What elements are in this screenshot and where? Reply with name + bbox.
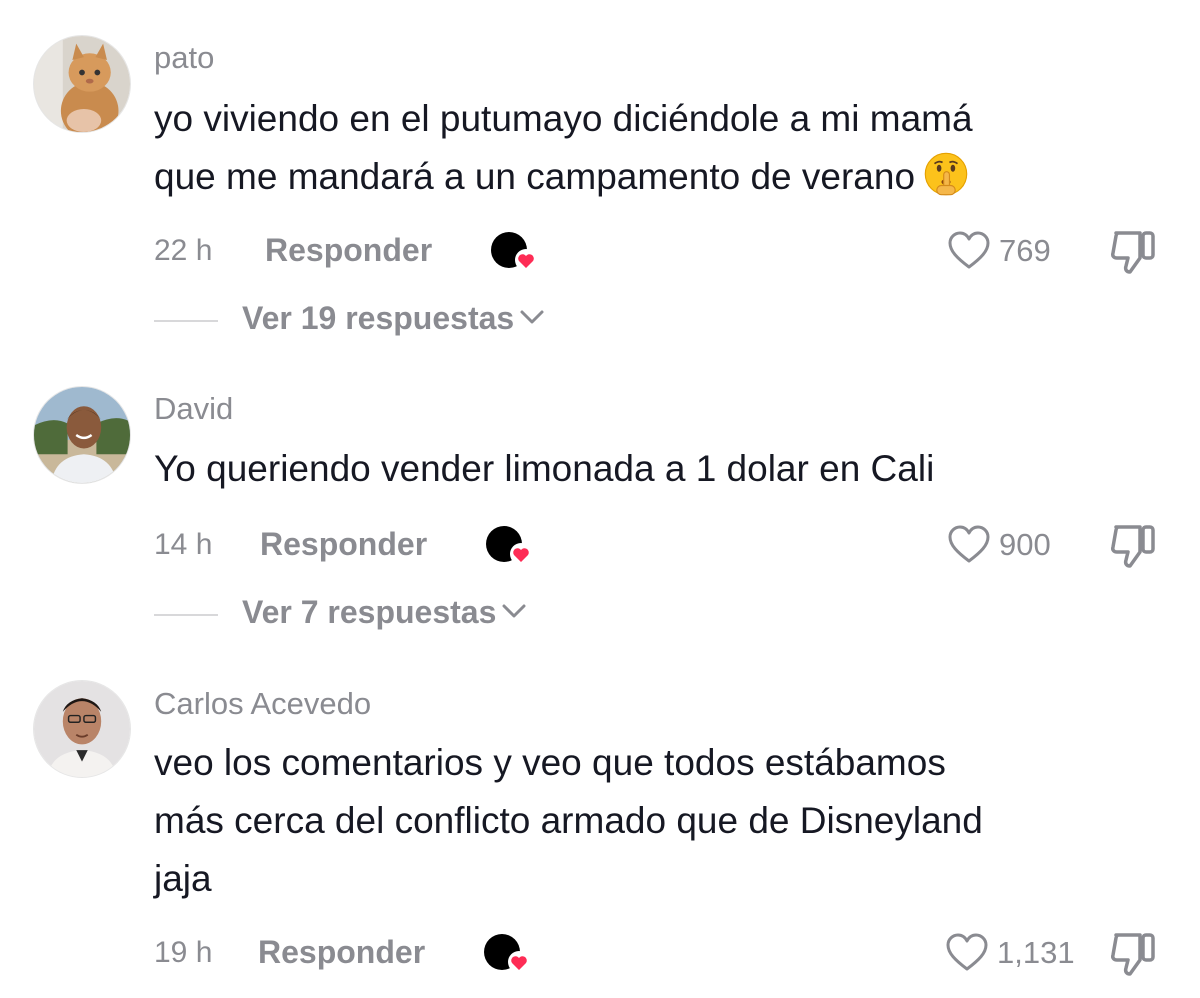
creator-liked-badge[interactable]: [484, 520, 544, 570]
comment-username[interactable]: David: [154, 391, 233, 427]
heart-outline-icon: [948, 525, 990, 563]
like-button[interactable]: 900: [947, 523, 1051, 567]
avatar[interactable]: [33, 35, 131, 133]
creator-heart-icon: [486, 526, 532, 565]
creator-heart-icon: [491, 232, 537, 271]
chevron-down-icon: [520, 310, 544, 324]
shushing-face-icon: [923, 151, 969, 197]
thumbs-down-icon: [1111, 933, 1155, 976]
man-portrait-photo-icon: [34, 681, 130, 777]
view-replies-label: Ver 7 respuestas: [242, 594, 497, 630]
like-count: 769: [999, 233, 1051, 268]
view-replies-button[interactable]: Ver 19 respuestas: [0, 298, 700, 342]
comment-actions: 19 h Responder 1,131: [0, 928, 1200, 978]
cat-photo-icon: [34, 36, 130, 132]
creator-heart-icon: [484, 934, 530, 973]
comment-timestamp: 22 h: [154, 234, 213, 267]
comment-username[interactable]: pato: [154, 40, 214, 76]
like-count: 900: [999, 527, 1051, 562]
comment-username[interactable]: Carlos Acevedo: [154, 686, 371, 722]
divider-line: [154, 320, 218, 322]
dislike-button[interactable]: [1108, 228, 1160, 276]
avatar[interactable]: [33, 386, 131, 484]
comments-list: pato yo viviendo en el putumayo diciéndo…: [0, 0, 1200, 998]
creator-liked-badge[interactable]: [482, 928, 542, 978]
dislike-button[interactable]: [1108, 522, 1160, 570]
divider-line: [154, 614, 218, 616]
like-button[interactable]: 769: [947, 229, 1051, 273]
man-beach-photo-icon: [34, 387, 130, 483]
heart-outline-icon: [948, 231, 990, 269]
chevron-down-icon: [502, 604, 526, 618]
creator-liked-badge[interactable]: [489, 226, 549, 276]
comment-actions: 22 h Responder 769: [0, 226, 1200, 276]
comment-text: Yo queriendo vender limonada a 1 dolar e…: [154, 448, 935, 489]
comment-text: yo viviendo en el putumayo diciéndole a …: [154, 98, 973, 197]
thumbs-down-icon: [1111, 525, 1155, 568]
like-button[interactable]: 1,131: [945, 931, 1075, 975]
heart-outline-icon: [946, 933, 988, 971]
view-replies-label: Ver 19 respuestas: [242, 300, 515, 336]
comment-text: veo los comentarios y veo que todos está…: [154, 742, 983, 899]
thumbs-down-icon: [1111, 231, 1155, 274]
dislike-button[interactable]: [1108, 930, 1160, 978]
comment-actions: 14 h Responder 900: [0, 520, 1200, 570]
comment-timestamp: 19 h: [154, 936, 213, 969]
comment-timestamp: 14 h: [154, 528, 213, 561]
reply-button[interactable]: Responder: [258, 934, 425, 971]
reply-button[interactable]: Responder: [260, 526, 427, 563]
reply-button[interactable]: Responder: [265, 232, 432, 269]
like-count: 1,131: [997, 935, 1075, 970]
view-replies-button[interactable]: Ver 7 respuestas: [0, 592, 700, 636]
avatar[interactable]: [33, 680, 131, 778]
